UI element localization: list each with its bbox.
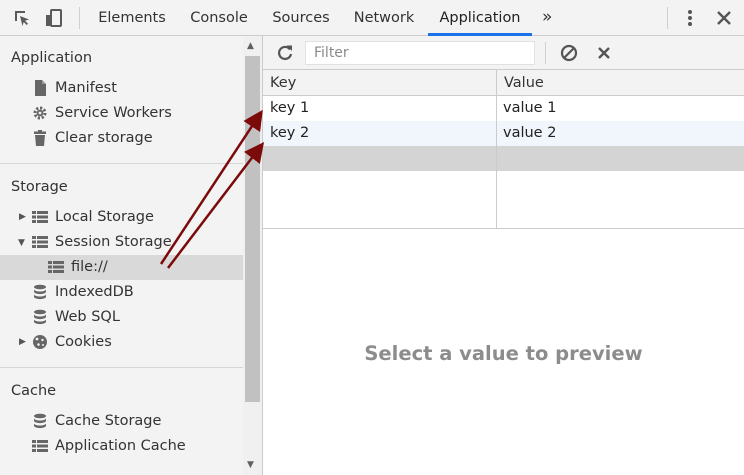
- sidebar-item-label: Cookies: [55, 334, 112, 350]
- grid-icon: [32, 209, 48, 225]
- collapse-triangle-icon[interactable]: ▼: [18, 238, 25, 248]
- trash-icon: [32, 130, 48, 146]
- table-row[interactable]: key 2 value 2: [263, 121, 744, 146]
- cell-key: key 2: [270, 125, 310, 141]
- database-icon: [32, 309, 48, 325]
- expand-triangle-icon[interactable]: ▶: [19, 337, 26, 347]
- sidebar-item-label: Cache Storage: [55, 413, 162, 429]
- gear-icon: [32, 105, 48, 121]
- inspect-element-icon[interactable]: [12, 8, 32, 28]
- section-title-cache: Cache: [11, 383, 57, 399]
- kebab-menu-icon[interactable]: [680, 8, 700, 28]
- database-icon: [32, 284, 48, 300]
- sidebar-item-label: Service Workers: [55, 105, 172, 121]
- toolbar-separator: [667, 7, 668, 29]
- cookie-icon: [32, 334, 48, 350]
- sidebar: Application Manifest Service Workers Cle…: [0, 36, 243, 475]
- close-icon[interactable]: [714, 8, 734, 28]
- expand-triangle-icon[interactable]: ▶: [19, 212, 26, 222]
- grid-icon: [32, 438, 48, 454]
- cell-value: value 1: [503, 100, 557, 116]
- sidebar-item-label: Session Storage: [55, 234, 172, 250]
- value-preview-panel: Select a value to preview: [263, 229, 744, 475]
- sidebar-item-label: Application Cache: [55, 438, 186, 454]
- tab-network[interactable]: Network: [344, 0, 424, 36]
- preview-placeholder-text: Select a value to preview: [364, 342, 643, 365]
- column-header-key[interactable]: Key: [263, 70, 496, 96]
- section-title-application: Application: [11, 50, 93, 66]
- tab-sources[interactable]: Sources: [262, 0, 340, 36]
- sidebar-scrollbar-thumb[interactable]: [245, 56, 260, 402]
- scroll-down-arrow-icon[interactable]: ▼: [247, 460, 254, 470]
- delete-selected-icon[interactable]: [594, 43, 614, 67]
- device-toolbar-icon[interactable]: [44, 8, 64, 28]
- column-header-value[interactable]: Value: [496, 70, 744, 96]
- toolbar-separator: [79, 7, 80, 29]
- clear-all-icon[interactable]: [559, 43, 579, 67]
- filter-input[interactable]: [305, 41, 535, 65]
- grid-icon: [32, 234, 48, 250]
- grid-icon: [48, 259, 64, 275]
- more-tabs-button[interactable]: »: [542, 0, 552, 36]
- sidebar-item-label: Local Storage: [55, 209, 154, 225]
- cell-value: value 2: [503, 125, 557, 141]
- table-row-new-entry[interactable]: [263, 146, 744, 171]
- tab-application[interactable]: Application: [428, 0, 532, 36]
- cell-key: key 1: [270, 100, 310, 116]
- sidebar-item-label: IndexedDB: [55, 284, 134, 300]
- refresh-icon[interactable]: [275, 43, 295, 67]
- sidebar-item-label: Clear storage: [55, 130, 153, 146]
- section-divider: [0, 367, 243, 368]
- database-icon: [32, 413, 48, 429]
- devtools-toolbar: Elements Console Sources Network Applica…: [0, 0, 744, 36]
- storage-data-grid: Key Value key 1 value 1 key 2 value 2: [263, 70, 744, 229]
- tab-console[interactable]: Console: [178, 0, 260, 36]
- section-divider: [0, 163, 243, 164]
- file-icon: [32, 80, 48, 96]
- sidebar-item-label: Manifest: [55, 80, 117, 96]
- section-title-storage: Storage: [11, 179, 68, 195]
- column-divider[interactable]: [496, 70, 497, 229]
- sidebar-item-label: file://: [71, 259, 108, 275]
- table-row[interactable]: key 1 value 1: [263, 96, 744, 121]
- tab-elements[interactable]: Elements: [90, 0, 174, 36]
- sidebar-item-label: Web SQL: [55, 309, 120, 325]
- toolbar-separator: [545, 42, 546, 64]
- sidebar-selected-row: [0, 255, 243, 280]
- scroll-up-arrow-icon[interactable]: ▲: [247, 41, 254, 51]
